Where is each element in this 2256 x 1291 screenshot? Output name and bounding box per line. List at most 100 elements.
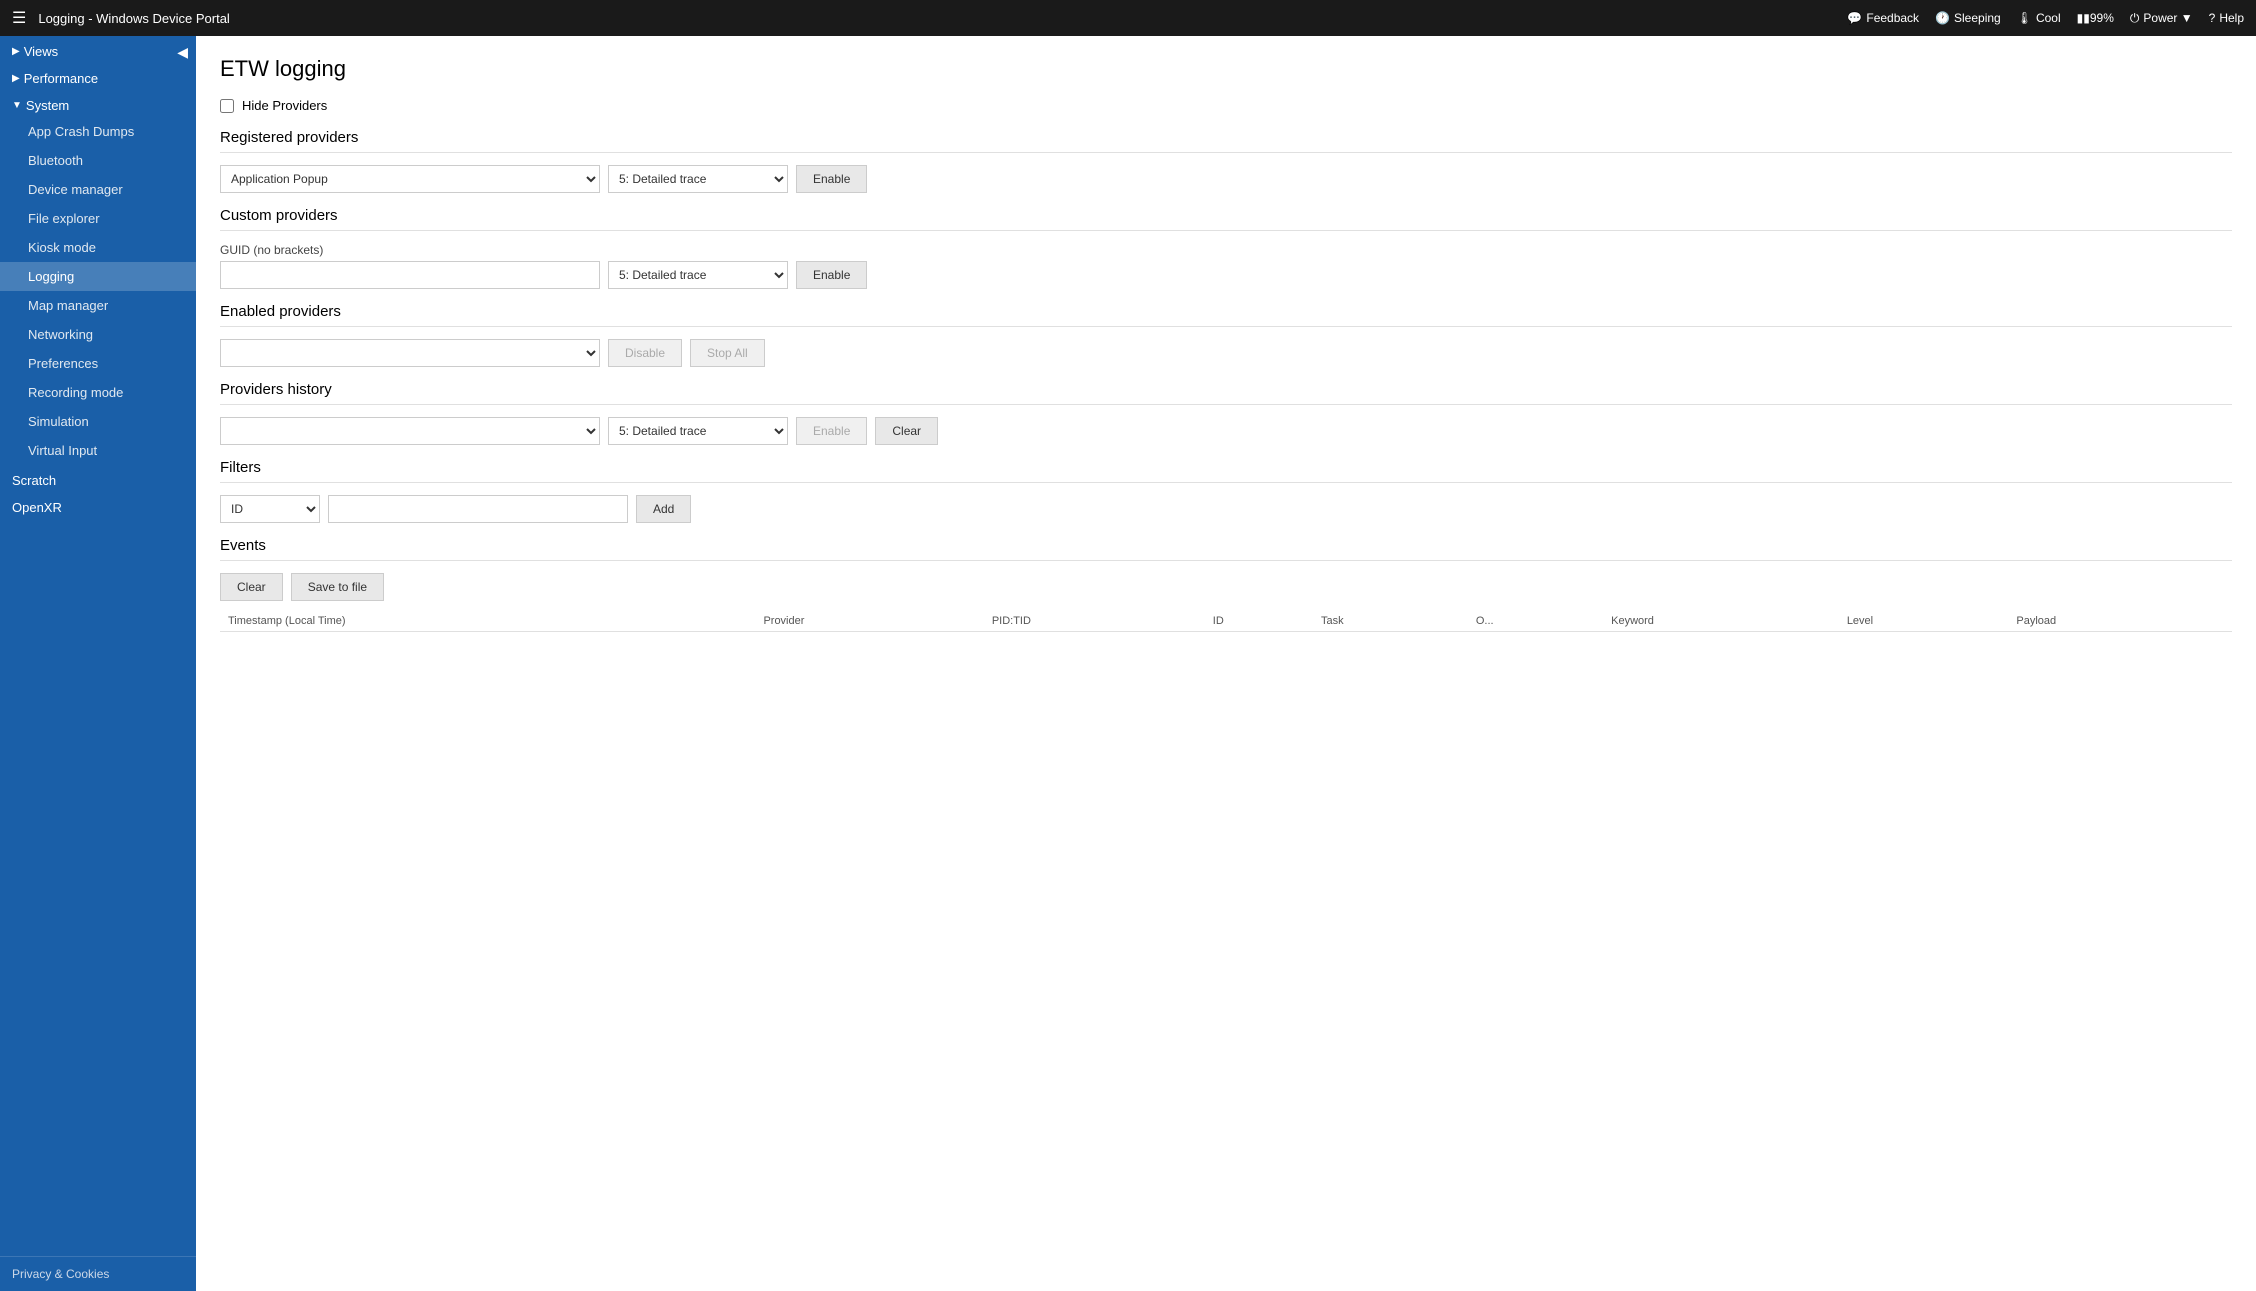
history-clear-button[interactable]: Clear xyxy=(875,417,938,445)
sidebar-item-system[interactable]: ▼ System xyxy=(0,90,196,117)
registered-providers-row: Application Popup Microsoft-Windows-Kern… xyxy=(220,165,2232,193)
custom-providers-section: Custom providers GUID (no brackets) 5: D… xyxy=(220,207,2232,289)
col-o: O... xyxy=(1468,611,1603,632)
sidebar-label-virtual-input: Virtual Input xyxy=(28,443,97,458)
events-save-button[interactable]: Save to file xyxy=(291,573,384,601)
custom-enable-button[interactable]: Enable xyxy=(796,261,867,289)
hide-providers-checkbox[interactable] xyxy=(220,99,234,113)
custom-trace-select[interactable]: 5: Detailed trace 1: Critical 2: Error 3… xyxy=(608,261,788,289)
sidebar-label-map-manager: Map manager xyxy=(28,298,108,313)
enabled-providers-title: Enabled providers xyxy=(220,303,2232,327)
sidebar-item-simulation[interactable]: Simulation xyxy=(0,407,196,436)
sidebar-item-performance[interactable]: ▶ Performance xyxy=(0,63,196,90)
sidebar-label-device-manager: Device manager xyxy=(28,182,123,197)
guid-input[interactable] xyxy=(220,261,600,289)
temperature-icon: 🌡 xyxy=(2017,11,2032,25)
titlebar: ☰ Logging - Windows Device Portal 💬 Feed… xyxy=(0,0,2256,36)
help-label: Help xyxy=(2219,11,2244,25)
sidebar: ◀ ▶ Views ▶ Performance ▼ System App Cra… xyxy=(0,36,196,1291)
sidebar-item-map-manager[interactable]: Map manager xyxy=(0,291,196,320)
stop-all-button[interactable]: Stop All xyxy=(690,339,765,367)
col-pidtid: PID:TID xyxy=(984,611,1205,632)
sidebar-label-networking: Networking xyxy=(28,327,93,342)
registered-trace-select[interactable]: 5: Detailed trace 1: Critical 2: Error 3… xyxy=(608,165,788,193)
cool-status: 🌡 Cool xyxy=(2017,11,2061,25)
events-table: Timestamp (Local Time) Provider PID:TID … xyxy=(220,611,2232,632)
help-icon: ? xyxy=(2209,11,2216,25)
events-title: Events xyxy=(220,537,2232,561)
filters-section: Filters ID Task PID TID Add xyxy=(220,459,2232,523)
col-provider: Provider xyxy=(755,611,983,632)
sidebar-label-simulation: Simulation xyxy=(28,414,89,429)
privacy-cookies-link[interactable]: Privacy & Cookies xyxy=(0,1256,196,1291)
history-provider-select[interactable] xyxy=(220,417,600,445)
feedback-icon: 💬 xyxy=(1847,11,1862,25)
sidebar-label-bluetooth: Bluetooth xyxy=(28,153,83,168)
filter-value-input[interactable] xyxy=(328,495,628,523)
privacy-cookies-label: Privacy & Cookies xyxy=(12,1267,109,1281)
disable-button[interactable]: Disable xyxy=(608,339,682,367)
registered-provider-select[interactable]: Application Popup Microsoft-Windows-Kern… xyxy=(220,165,600,193)
sidebar-item-scratch[interactable]: Scratch xyxy=(0,465,196,492)
battery-status: ▮▮99% xyxy=(2077,11,2114,25)
menu-icon[interactable]: ☰ xyxy=(12,8,26,28)
content-area: ETW logging Hide Providers Registered pr… xyxy=(196,36,2256,1291)
sidebar-views-label: Views xyxy=(24,44,58,59)
sidebar-label-preferences: Preferences xyxy=(28,356,98,371)
app-title: Logging - Windows Device Portal xyxy=(38,11,1847,26)
page-title: ETW logging xyxy=(220,56,2232,82)
history-enable-button[interactable]: Enable xyxy=(796,417,867,445)
hide-providers-label[interactable]: Hide Providers xyxy=(242,98,327,113)
sidebar-item-views[interactable]: ▶ Views xyxy=(0,36,196,63)
sidebar-item-openxr[interactable]: OpenXR xyxy=(0,492,196,519)
sidebar-label-scratch: Scratch xyxy=(12,473,56,488)
titlebar-actions: 💬 Feedback 🕐 Sleeping 🌡 Cool ▮▮99% ⏻ Pow… xyxy=(1847,11,2244,26)
registered-enable-button[interactable]: Enable xyxy=(796,165,867,193)
sleeping-status: 🕐 Sleeping xyxy=(1935,11,2001,25)
providers-history-row: 5: Detailed trace 1: Critical 2: Error 3… xyxy=(220,417,2232,445)
events-table-header-row: Timestamp (Local Time) Provider PID:TID … xyxy=(220,611,2232,632)
history-trace-select[interactable]: 5: Detailed trace 1: Critical 2: Error 3… xyxy=(608,417,788,445)
sidebar-item-app-crash-dumps[interactable]: App Crash Dumps xyxy=(0,117,196,146)
feedback-button[interactable]: 💬 Feedback xyxy=(1847,11,1919,25)
providers-history-section: Providers history 5: Detailed trace 1: C… xyxy=(220,381,2232,445)
performance-arrow-icon: ▶ xyxy=(12,73,20,84)
sidebar-label-file-explorer: File explorer xyxy=(28,211,100,226)
filter-type-select[interactable]: ID Task PID TID xyxy=(220,495,320,523)
sidebar-item-device-manager[interactable]: Device manager xyxy=(0,175,196,204)
sidebar-label-logging: Logging xyxy=(28,269,74,284)
enabled-provider-select[interactable] xyxy=(220,339,600,367)
sidebar-system-label: System xyxy=(26,98,69,113)
col-timestamp: Timestamp (Local Time) xyxy=(220,611,755,632)
hide-providers-row: Hide Providers xyxy=(220,98,2232,113)
cool-label: Cool xyxy=(2036,11,2061,25)
events-clear-button[interactable]: Clear xyxy=(220,573,283,601)
sidebar-item-virtual-input[interactable]: Virtual Input xyxy=(0,436,196,465)
sidebar-item-networking[interactable]: Networking xyxy=(0,320,196,349)
col-payload: Payload xyxy=(2008,611,2232,632)
sidebar-label-app-crash-dumps: App Crash Dumps xyxy=(28,124,134,139)
filter-add-button[interactable]: Add xyxy=(636,495,691,523)
sidebar-label-openxr: OpenXR xyxy=(12,500,62,515)
sidebar-item-preferences[interactable]: Preferences xyxy=(0,349,196,378)
feedback-label: Feedback xyxy=(1866,11,1919,25)
sidebar-item-recording-mode[interactable]: Recording mode xyxy=(0,378,196,407)
sidebar-item-bluetooth[interactable]: Bluetooth xyxy=(0,146,196,175)
battery-label: ▮▮99% xyxy=(2077,11,2114,25)
sidebar-item-kiosk-mode[interactable]: Kiosk mode xyxy=(0,233,196,262)
enabled-providers-row: Disable Stop All xyxy=(220,339,2232,367)
power-icon: ⏻ xyxy=(2130,11,2140,26)
power-label: Power ▼ xyxy=(2143,11,2192,25)
events-buttons: Clear Save to file xyxy=(220,573,2232,601)
help-button[interactable]: ? Help xyxy=(2209,11,2244,25)
events-section: Events Clear Save to file Timestamp (Loc… xyxy=(220,537,2232,632)
sidebar-performance-label: Performance xyxy=(24,71,98,86)
sidebar-item-file-explorer[interactable]: File explorer xyxy=(0,204,196,233)
enabled-providers-section: Enabled providers Disable Stop All xyxy=(220,303,2232,367)
sidebar-item-logging[interactable]: Logging xyxy=(0,262,196,291)
power-button[interactable]: ⏻ Power ▼ xyxy=(2130,11,2193,26)
sidebar-collapse-button[interactable]: ◀ xyxy=(177,44,188,61)
filters-row: ID Task PID TID Add xyxy=(220,495,2232,523)
registered-providers-section: Registered providers Application Popup M… xyxy=(220,129,2232,193)
registered-providers-title: Registered providers xyxy=(220,129,2232,153)
